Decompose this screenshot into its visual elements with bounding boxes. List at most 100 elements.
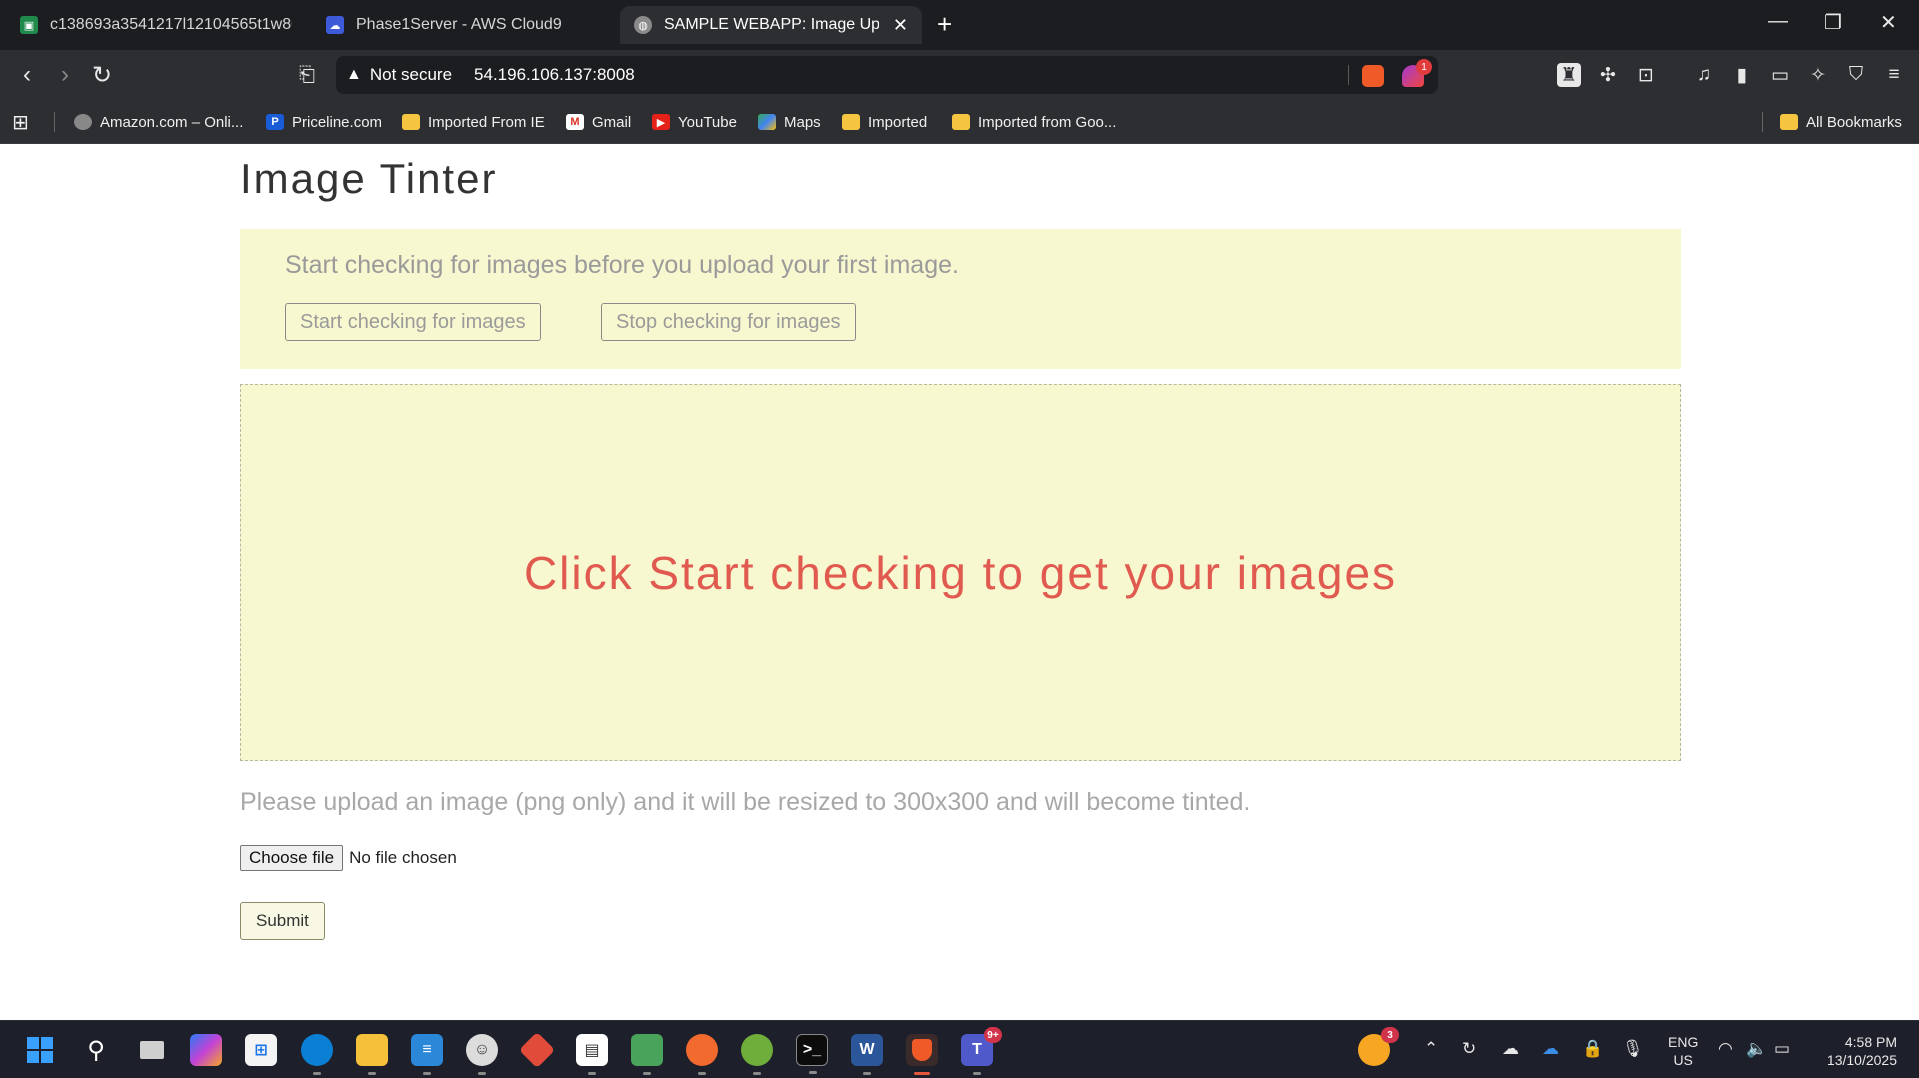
sync-icon[interactable]: ↻ (1462, 1039, 1476, 1059)
system-clock[interactable]: 4:58 PM 13/10/2025 (1815, 1033, 1897, 1069)
notepad-icon[interactable]: ≡ (411, 1034, 443, 1075)
bookmark-amazon[interactable]: Amazon.com – Onli... (74, 110, 243, 134)
divider (1348, 65, 1349, 85)
bookmark-imported-from-google[interactable]: Imported from Goo... (952, 110, 1116, 134)
task-view-icon[interactable] (136, 1034, 168, 1066)
security-label[interactable]: Not secure (370, 65, 452, 85)
leo-ai-icon[interactable]: ✧ (1806, 63, 1830, 87)
bookmark-label: Imported from Goo... (978, 113, 1117, 131)
extension-icon[interactable]: ♜ (1557, 63, 1581, 87)
onedrive-icon[interactable]: ☁ (1542, 1039, 1559, 1059)
menu-icon[interactable]: ≡ (1882, 63, 1906, 87)
bookmark-label: Gmail (592, 113, 632, 131)
upload-instructions: Please upload an image (png only) and it… (240, 788, 1251, 816)
bookmarks-bar: ⊞ Amazon.com – Onli... P Priceline.com I… (0, 100, 1919, 144)
tab-aws-academy[interactable]: ▣ c138693a3541217l12104565t1w8002 (6, 6, 306, 44)
git-icon[interactable] (518, 1031, 556, 1069)
search-icon[interactable]: ⚲ (80, 1034, 112, 1066)
apps-grid-icon[interactable]: ⊞ (12, 110, 29, 134)
tab-sample-webapp[interactable]: ◍ SAMPLE WEBAPP: Image Upload ✕ (620, 6, 922, 44)
tab-cloud9[interactable]: ☁ Phase1Server - AWS Cloud9 (312, 6, 612, 44)
tab-title: SAMPLE WEBAPP: Image Upload (664, 16, 879, 33)
browser-toolbar: ‹ › ↻ ⎗ ▲ Not secure 54.196.106.137:8008… (0, 50, 1919, 100)
copilot-icon[interactable] (190, 1034, 222, 1066)
tab-title: c138693a3541217l12104565t1w8002 (50, 16, 292, 33)
polling-notice: Start checking for images before you upl… (285, 251, 959, 279)
clock-date: 13/10/2025 (1826, 1052, 1897, 1068)
chevron-up-icon[interactable]: ⌃ (1424, 1039, 1438, 1059)
language-indicator[interactable]: ENG US (1668, 1033, 1698, 1069)
bookmark-imported[interactable]: Imported (842, 110, 927, 134)
bookmark-label: Amazon.com – Onli... (100, 113, 244, 131)
word-icon[interactable]: W (851, 1034, 883, 1075)
cloud-warning-icon[interactable]: ☁ (1502, 1039, 1519, 1059)
close-window-icon[interactable]: ✕ (1880, 10, 1897, 35)
file-explorer-icon[interactable] (356, 1034, 388, 1075)
wifi-icon[interactable]: ◠ (1718, 1039, 1733, 1059)
start-icon[interactable] (24, 1034, 56, 1066)
gmail-icon: M (566, 114, 584, 130)
terminal-icon[interactable]: >_ (796, 1034, 828, 1074)
rewards-badge: 1 (1416, 59, 1432, 75)
priceline-icon: P (266, 114, 284, 130)
bookmark-maps[interactable]: Maps (758, 110, 821, 134)
extensions-puzzle-icon[interactable]: ✣ (1596, 63, 1620, 87)
aws-academy-icon: ▣ (20, 16, 38, 34)
start-checking-button[interactable]: Start checking for images (285, 303, 541, 341)
lang-code: ENG (1668, 1034, 1699, 1050)
brave-icon[interactable] (906, 1034, 938, 1075)
notification-app-icon[interactable]: 3 (1358, 1027, 1399, 1066)
sidebar-icon[interactable]: ▮ (1730, 63, 1754, 87)
bookmark-label: YouTube (678, 113, 737, 131)
url-text[interactable]: 54.196.106.137:8008 (474, 65, 635, 85)
tab-strip: ▣ c138693a3541217l12104565t1w8002 ☁ Phas… (0, 0, 1919, 50)
bookmark-priceline[interactable]: P Priceline.com (266, 110, 382, 134)
brave-shield-icon[interactable] (1362, 65, 1384, 87)
battery-icon[interactable]: ▭ (1774, 1039, 1790, 1059)
divider (54, 112, 55, 132)
bookmark-imported-from-ie[interactable]: Imported From IE (402, 110, 545, 134)
stop-checking-button[interactable]: Stop checking for images (601, 303, 856, 341)
forward-icon[interactable]: › (48, 58, 82, 92)
address-bar[interactable]: ▲ Not secure 54.196.106.137:8008 1 (336, 56, 1438, 94)
bookmark-label: All Bookmarks (1806, 113, 1902, 131)
polling-panel: Start checking for images before you upl… (240, 229, 1681, 369)
file-input[interactable]: Choose file No file chosen (240, 845, 457, 871)
submit-button[interactable]: Submit (240, 902, 325, 940)
taskbar: ⚲ ⊞ ≡ ☺ ▤ >_ W T 9+ 3 ⌃ ↻ ☁ ☁ 🔒 🎙 ENG US … (0, 1020, 1919, 1078)
app-window-icon[interactable]: ▤ (576, 1034, 608, 1075)
warning-icon: ▲ (346, 66, 362, 83)
app-icon[interactable]: ☺ (466, 1034, 498, 1075)
reload-icon[interactable]: ↻ (85, 58, 119, 92)
new-tab-button[interactable]: + (937, 10, 952, 38)
bookmark-label: Priceline.com (292, 113, 383, 131)
lock-icon[interactable]: 🔒 (1582, 1039, 1603, 1059)
cloud9-icon: ☁ (326, 16, 344, 34)
tab-close-icon[interactable]: ✕ (893, 15, 908, 36)
reader-mode-icon[interactable]: ⊡ (1634, 63, 1658, 87)
region-code: US (1673, 1052, 1693, 1068)
turtle-app-icon[interactable] (741, 1034, 773, 1075)
restore-icon[interactable]: ❐ (1824, 10, 1842, 35)
vpn-icon[interactable]: ⛉ (1844, 63, 1868, 87)
maps-icon (758, 114, 776, 130)
volume-icon[interactable]: 🔈 (1746, 1039, 1767, 1059)
wallet-icon[interactable]: ▭ (1768, 63, 1792, 87)
bookmark-youtube[interactable]: ▶ YouTube (652, 110, 737, 134)
back-icon[interactable]: ‹ (10, 58, 44, 92)
all-bookmarks[interactable]: All Bookmarks (1780, 110, 1902, 134)
mic-muted-icon[interactable]: 🎙 (1622, 1039, 1644, 1059)
minimize-icon[interactable]: — (1768, 10, 1788, 33)
bookmark-icon[interactable]: ⎗ (290, 58, 324, 92)
choose-file-button[interactable]: Choose file (240, 845, 344, 871)
store-icon[interactable]: ⊞ (245, 1034, 277, 1066)
postman-icon[interactable] (686, 1034, 718, 1075)
image-editor-icon[interactable] (631, 1034, 663, 1075)
teams-icon[interactable]: T 9+ (961, 1027, 1002, 1075)
bookmark-label: Imported From IE (428, 113, 545, 131)
bookmark-gmail[interactable]: M Gmail (566, 110, 631, 134)
images-area: Click Start checking to get your images (240, 384, 1681, 761)
media-icon[interactable]: ♫ (1692, 63, 1716, 87)
divider (1762, 112, 1763, 132)
edge-icon[interactable] (301, 1034, 333, 1075)
